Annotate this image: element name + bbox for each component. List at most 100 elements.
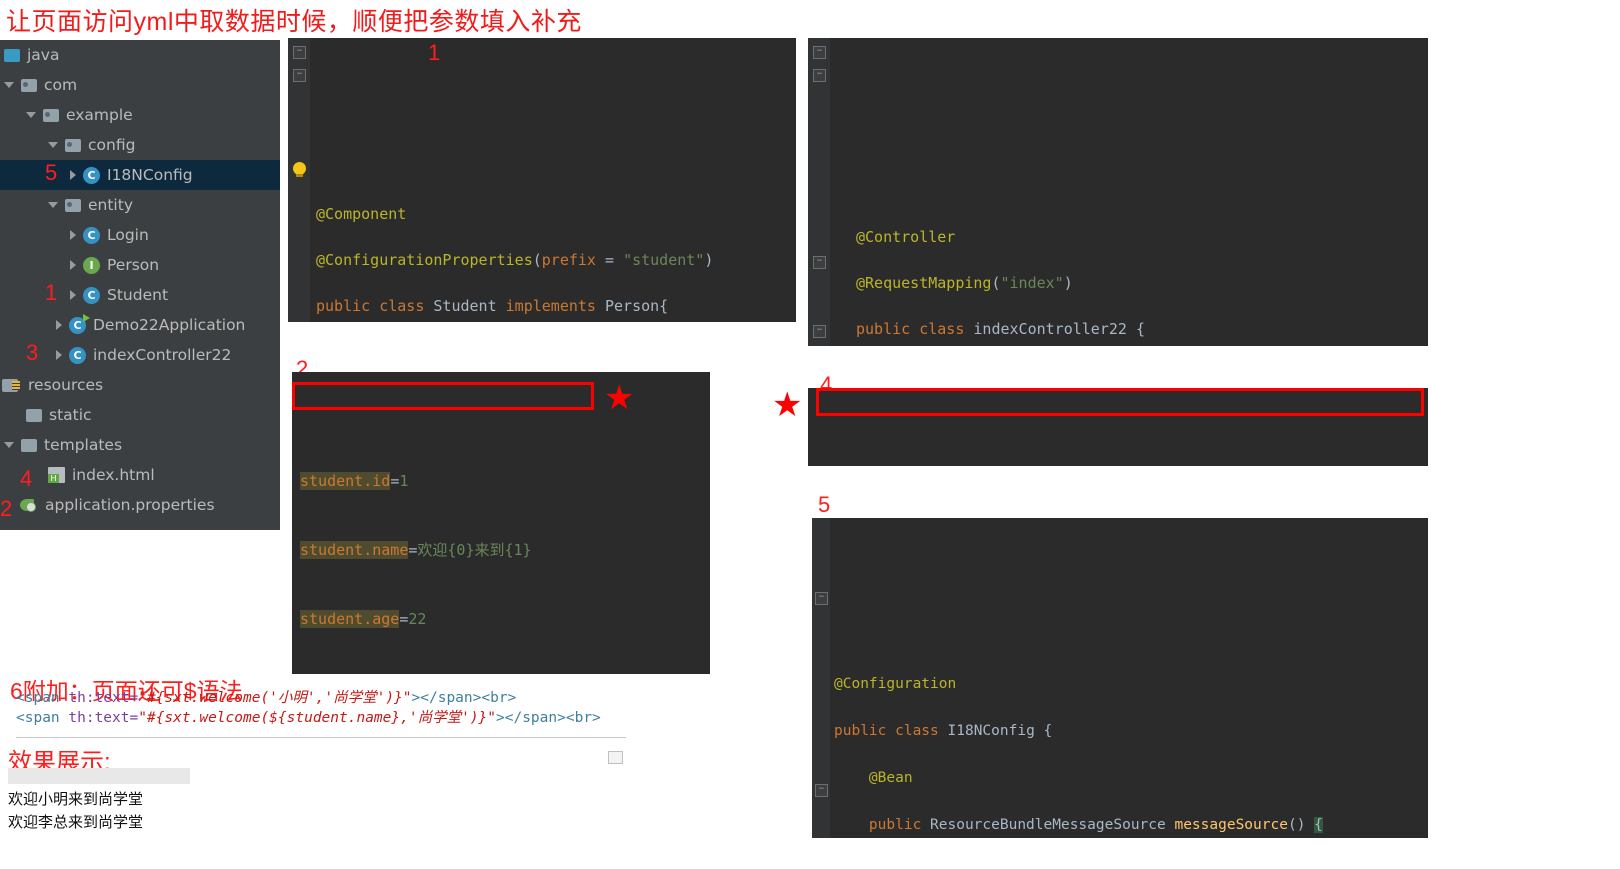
chevron-down-icon[interactable] xyxy=(4,442,14,448)
prop-row: student.id=1 xyxy=(300,472,409,490)
chevron-down-icon[interactable] xyxy=(48,142,58,148)
tree-item-label: static xyxy=(49,406,92,424)
tree-item-label: example xyxy=(66,106,133,124)
class-icon: C xyxy=(69,346,86,364)
chevron-down-icon[interactable] xyxy=(4,82,14,88)
chevron-right-icon[interactable] xyxy=(70,170,76,180)
extra-code-line-1: <span th:text="#{sxt.welcome('小明','尚学堂')… xyxy=(16,690,517,706)
extra-code-line-2: <span th:text="#{sxt.welcome(${student.n… xyxy=(16,710,601,726)
tree-item-config[interactable]: config xyxy=(0,130,280,160)
tree-item-templates[interactable]: templates xyxy=(0,430,280,460)
tree-item-login[interactable]: C Login xyxy=(0,220,280,250)
page-title: 让页面访问yml中取数据时候，顺便把参数填入补充 xyxy=(6,8,582,36)
folder-icon xyxy=(21,78,37,92)
browser-placeholder-box xyxy=(608,751,623,764)
chevron-down-icon[interactable] xyxy=(26,112,36,118)
code-line: @ConfigurationProperties(prefix = "stude… xyxy=(316,251,714,269)
tree-item-index-html[interactable]: 4 index.html xyxy=(0,460,280,491)
chevron-right-icon[interactable] xyxy=(70,230,76,240)
tree-item-application-properties[interactable]: 2 application.properties xyxy=(0,490,280,521)
star-icon-left: ★ xyxy=(604,378,635,418)
chevron-right-icon[interactable] xyxy=(56,320,62,330)
prop-row: student.name=欢迎{0}来到{1} xyxy=(300,541,532,559)
tree-item-label: Person xyxy=(107,256,160,274)
tree-item-com[interactable]: com xyxy=(0,70,280,100)
tree-item-label: application.properties xyxy=(45,496,215,514)
editor-content: student.id=1 student.name=欢迎{0}来到{1} stu… xyxy=(292,418,710,674)
tree-item-label: config xyxy=(88,136,136,154)
fold-marker-icon[interactable]: − xyxy=(815,592,828,605)
fold-marker-icon[interactable]: − xyxy=(293,46,306,59)
editor-i18n-config[interactable]: − − @Configuration public class I18NConf… xyxy=(812,518,1428,838)
chevron-right-icon[interactable] xyxy=(56,350,62,360)
code-line: @Configuration xyxy=(834,676,957,692)
resources-folder-icon xyxy=(2,378,20,392)
tree-item-label: entity xyxy=(88,196,133,214)
tree-item-label: indexController22 xyxy=(93,346,232,364)
step-marker-3: 3 xyxy=(26,340,39,365)
chevron-right-icon[interactable] xyxy=(70,290,76,300)
folder-icon xyxy=(4,48,20,62)
fold-marker-icon[interactable]: − xyxy=(813,69,826,82)
divider xyxy=(16,737,626,738)
tree-item-label: templates xyxy=(44,436,123,454)
prop-row: student.age=22 xyxy=(300,610,427,628)
properties-file-icon xyxy=(20,497,38,513)
tree-item-label: index.html xyxy=(72,466,155,484)
editor-content: <span th:text="#{student.name('小明','中国')… xyxy=(808,434,1428,466)
editor-content: @Controller @RequestMapping("index") pub… xyxy=(808,199,1428,346)
tree-item-indexcontroller22[interactable]: 3 C indexController22 xyxy=(0,340,280,370)
folder-icon xyxy=(26,408,42,422)
gray-bar xyxy=(8,768,190,784)
tree-item-i18nconfig[interactable]: 5 C I18NConfig xyxy=(0,160,280,190)
chevron-right-icon[interactable] xyxy=(70,260,76,270)
result-line-2: 欢迎李总来到尚学堂 xyxy=(8,814,144,831)
editor-student-class[interactable]: − − @Component @ConfigurationProperties(… xyxy=(288,38,796,322)
step-marker-2: 2 xyxy=(0,496,13,521)
fold-marker-icon[interactable]: − xyxy=(813,46,826,59)
editor-content: @Configuration public class I18NConfig {… xyxy=(812,636,1428,839)
code-line: public class indexController22 { xyxy=(856,320,1145,338)
step-marker-5-panel: 5 xyxy=(818,492,831,517)
folder-icon xyxy=(43,108,59,122)
class-icon: C xyxy=(83,226,100,244)
code-line: @Bean xyxy=(868,770,913,786)
editor-content: @Component @ConfigurationProperties(pref… xyxy=(288,176,796,322)
tree-item-java[interactable]: java xyxy=(0,40,280,70)
tree-item-person[interactable]: I Person xyxy=(0,250,280,280)
fold-marker-icon[interactable]: − xyxy=(293,69,306,82)
highlight-box-student-name xyxy=(292,382,594,410)
tree-item-label: java xyxy=(27,46,60,64)
code-line: @RequestMapping("index") xyxy=(856,274,1073,292)
folder-icon xyxy=(21,438,37,452)
code-line: public ResourceBundleMessageSource messa… xyxy=(868,817,1323,833)
project-tree[interactable]: java com example config 5 C I18NConfig e… xyxy=(0,40,280,530)
code-line: public class I18NConfig { xyxy=(834,723,1053,739)
tree-item-demo22application[interactable]: C Demo22Application xyxy=(0,310,280,340)
class-icon: C xyxy=(83,286,100,304)
editor-index-controller[interactable]: − − − − @Controller @RequestMapping("ind… xyxy=(808,38,1428,346)
chevron-down-icon[interactable] xyxy=(48,202,58,208)
tree-item-label: Login xyxy=(107,226,149,244)
editor-application-properties[interactable]: student.id=1 student.name=欢迎{0}来到{1} stu… xyxy=(292,372,710,674)
html-file-icon xyxy=(48,467,65,483)
step-marker-1: 1 xyxy=(45,280,58,305)
spring-boot-class-icon: C xyxy=(69,313,90,334)
code-line: @Controller xyxy=(856,228,956,246)
step-marker-1-panel: 1 xyxy=(428,40,441,65)
code-line: public class Student implements Person{ xyxy=(316,297,669,315)
tree-item-label: Student xyxy=(107,286,169,304)
tree-item-label: resources xyxy=(28,376,104,394)
tree-item-entity[interactable]: entity xyxy=(0,190,280,220)
class-icon: C xyxy=(83,166,100,184)
folder-icon xyxy=(65,138,81,152)
highlight-box-span-thtext xyxy=(816,388,1424,416)
tree-item-example[interactable]: example xyxy=(0,100,280,130)
result-line-1: 欢迎小明来到尚学堂 xyxy=(8,791,144,808)
tree-item-resources[interactable]: resources xyxy=(0,370,280,400)
tree-item-student[interactable]: 1 C Student xyxy=(0,280,280,310)
tree-item-static[interactable]: static xyxy=(0,400,280,430)
intention-bulb-icon[interactable] xyxy=(293,162,306,177)
star-icon-right: ★ xyxy=(772,385,803,425)
tree-item-label: I18NConfig xyxy=(107,166,193,184)
